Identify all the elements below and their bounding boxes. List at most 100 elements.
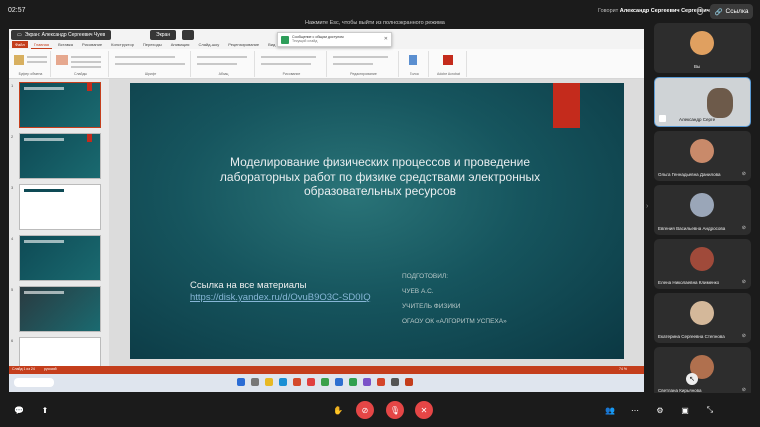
- participants-icon[interactable]: 👥: [601, 401, 619, 419]
- share-screen-icon[interactable]: ⬆: [36, 401, 54, 419]
- ribbon-group-label: Adobe Acrobat: [437, 72, 460, 76]
- participant-tile[interactable]: Ольга Геннадьевна Данилова ⊘: [654, 131, 751, 181]
- ribbon-group[interactable]: Шрифт: [111, 51, 191, 77]
- participant-tile[interactable]: Светлана Кирьянова ⊘: [654, 347, 751, 397]
- slide-thumbnail[interactable]: 4: [11, 235, 101, 281]
- clock: 02:57: [8, 7, 26, 14]
- participant-tile[interactable]: Екатерина Сергеевна Степнова ⊘: [654, 293, 751, 343]
- folder-icon[interactable]: [265, 378, 273, 386]
- top-bar: 02:57 Нажмите Esc, чтобы выйти из полноэ…: [0, 0, 760, 26]
- app-icon[interactable]: [293, 378, 301, 386]
- link-button-label: Ссылка: [725, 8, 749, 15]
- ppt-tab[interactable]: Слайд-шоу: [195, 41, 222, 48]
- fullscreen-toggle-icon[interactable]: [182, 30, 194, 40]
- ribbon-group[interactable]: Абзац: [193, 51, 255, 77]
- collapse-panel-icon[interactable]: ›: [646, 203, 648, 210]
- materials-link[interactable]: https://disk.yandex.ru/d/OvuB9O3C-SD0IQ: [190, 292, 371, 303]
- end-call-button[interactable]: ✕: [415, 401, 433, 419]
- app-icon[interactable]: [405, 378, 413, 386]
- camera-off-button[interactable]: ⊘: [356, 401, 374, 419]
- participant-name: Вы: [694, 64, 701, 69]
- participant-tile[interactable]: Вы: [654, 23, 751, 73]
- slide-thumbnail[interactable]: 5: [11, 286, 101, 332]
- avatar: [690, 31, 714, 55]
- slide-thumbnail[interactable]: 2: [11, 133, 101, 179]
- copy-link-button[interactable]: 🔗 Ссылка: [710, 4, 753, 19]
- ppt-tab[interactable]: Конструктор: [108, 41, 137, 48]
- ppt-tab[interactable]: Вставка: [55, 41, 76, 48]
- slide-counter: Слайд 1 из 24: [12, 367, 35, 371]
- ribbon-group-label: Абзац: [218, 72, 229, 76]
- share-icon: [281, 36, 289, 44]
- language-indicator: русский: [44, 367, 57, 371]
- ribbon-group[interactable]: Голос: [401, 51, 429, 77]
- start-icon[interactable]: [237, 378, 245, 386]
- participant-name: Екатерина Сергеевна Степнова: [658, 334, 725, 339]
- author-line: ПОДГОТОВИЛ:: [402, 273, 449, 280]
- zoom-level: 74 %: [619, 367, 627, 371]
- pin-icon[interactable]: [659, 115, 666, 122]
- avatar: [690, 301, 714, 325]
- minimize-icon[interactable]: ▣: [676, 401, 694, 419]
- ppt-tab[interactable]: Главная: [30, 41, 53, 49]
- participant-name: Александр Серге: [679, 117, 716, 122]
- ribbon-group[interactable]: Рисование: [257, 51, 327, 77]
- ribbon-group-label: Редактирование: [350, 72, 377, 76]
- fullscreen-hint: Нажмите Esc, чтобы выйти из полноэкранно…: [305, 20, 445, 26]
- ribbon-group[interactable]: Слайды: [53, 51, 109, 77]
- mic-off-button[interactable]: 🎙: [386, 401, 404, 419]
- author-block: ПОДГОТОВИЛ: ЧУЕВ А.С. УЧИТЕЛЬ ФИЗИКИ ОГА…: [402, 269, 507, 329]
- participant-tile[interactable]: Александр Серге: [654, 77, 751, 127]
- speaker-prefix: Говорит: [598, 8, 619, 14]
- participant-name: Евгения Васильевна Андросова: [658, 226, 726, 231]
- share-owner-text: Экран: Александр Сергеевич Чуев: [24, 32, 106, 38]
- app-icon[interactable]: [363, 378, 371, 386]
- slide-thumbnail[interactable]: 3: [11, 184, 101, 230]
- current-slide[interactable]: Моделирование физических процессов и про…: [130, 83, 624, 359]
- mouse-cursor-icon: ↖: [686, 373, 698, 385]
- taskview-icon[interactable]: [251, 378, 259, 386]
- more-icon[interactable]: ⋯: [626, 401, 644, 419]
- raise-hand-icon[interactable]: ✋: [329, 401, 347, 419]
- shared-screen: Файл Главная Вставка Рисование Конструкт…: [9, 29, 644, 392]
- ribbon-group[interactable]: Редактирование: [329, 51, 399, 77]
- slide-thumbnail[interactable]: 1: [11, 82, 101, 128]
- author-line: УЧИТЕЛЬ ФИЗИКИ: [402, 303, 461, 310]
- slide-thumbnails: 1 2 3 4 5 6: [9, 79, 109, 383]
- powerpoint-icon[interactable]: [377, 378, 385, 386]
- ppt-tab[interactable]: Рецензирование: [225, 41, 262, 48]
- edge-icon[interactable]: [279, 378, 287, 386]
- ribbon-group-label: Слайды: [73, 72, 88, 76]
- ppt-status-bar: Слайд 1 из 24 русский 74 %: [9, 366, 644, 374]
- app-icon[interactable]: [335, 378, 343, 386]
- ribbon-group[interactable]: Буфер обмена: [11, 51, 51, 77]
- avatar: [707, 88, 733, 118]
- mic-icon: [697, 7, 703, 15]
- participant-tile[interactable]: Елена Николаевна Клименко ⊘: [654, 239, 751, 289]
- participant-tile[interactable]: Евгения Васильевна Андросова ⊘: [654, 185, 751, 235]
- ppt-tab[interactable]: Анимация: [168, 41, 193, 48]
- ribbon-group[interactable]: Adobe Acrobat: [431, 51, 467, 77]
- app-icon[interactable]: [321, 378, 329, 386]
- ribbon-group-label: Голос: [409, 72, 420, 76]
- participant-name: Ольга Геннадьевна Данилова: [658, 172, 721, 177]
- mic-off-icon: ⊘: [741, 171, 746, 177]
- chat-icon[interactable]: 💬: [10, 401, 28, 419]
- exit-fullscreen-icon[interactable]: ⤡: [701, 401, 719, 419]
- app-icon[interactable]: [391, 378, 399, 386]
- ppt-tab[interactable]: Рисование: [79, 41, 105, 48]
- taskbar-search[interactable]: [14, 378, 54, 387]
- gear-icon[interactable]: ⚙: [651, 401, 669, 419]
- close-icon[interactable]: ✕: [384, 36, 388, 42]
- app-icon[interactable]: [349, 378, 357, 386]
- share-notification-toast: Сообщение с общим доступом Текущий слайд…: [277, 32, 392, 47]
- ppt-tab[interactable]: Файл: [12, 41, 28, 48]
- app-icon[interactable]: [307, 378, 315, 386]
- mic-off-icon: ⊘: [741, 279, 746, 285]
- mic-off-icon: ⊘: [741, 333, 746, 339]
- ppt-tab[interactable]: Переходы: [140, 41, 165, 48]
- mic-off-icon: ⊘: [741, 225, 746, 231]
- avatar: [690, 193, 714, 217]
- ppt-ribbon: Буфер обмена Слайды Шрифт Абзац Рисовани…: [9, 49, 644, 79]
- avatar: [690, 247, 714, 271]
